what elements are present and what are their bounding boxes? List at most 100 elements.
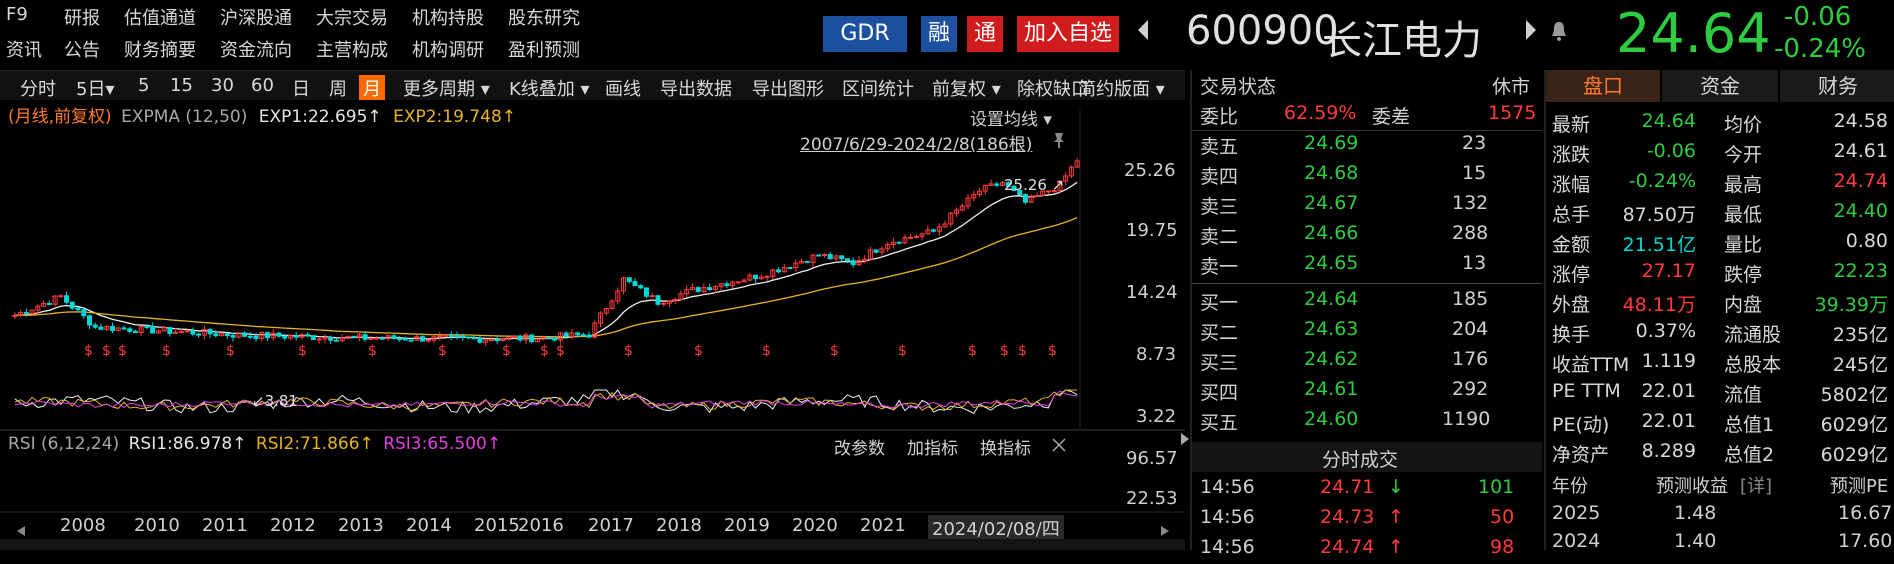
rsi-switch-indicator-button[interactable]: 换指标 — [980, 434, 1031, 459]
kline-chart[interactable]: $ $ $ $ $ $ $ $ $ $ $ $ $ $ $ $ $ $ $ $ — [0, 100, 1185, 530]
menu-finance-summary[interactable]: 财务摘要 — [124, 36, 196, 62]
ask-price: 24.67 — [1304, 192, 1359, 214]
tab-week[interactable]: 周 — [329, 75, 347, 101]
menu-announcement[interactable]: 公告 — [64, 36, 100, 62]
close-icon[interactable] — [1052, 436, 1066, 457]
kline-chart-area[interactable]: $ $ $ $ $ $ $ $ $ $ $ $ $ $ $ $ $ $ $ $ (月线,前复权) EXPMA (12,… — [0, 100, 1185, 530]
tab-intraday[interactable]: 分时 — [20, 75, 56, 101]
dividend-marker[interactable]: $ — [438, 343, 447, 359]
candle-body — [477, 337, 483, 343]
dividend-marker[interactable]: $ — [1018, 343, 1027, 359]
collapse-panel-icon[interactable] — [1180, 430, 1190, 451]
adjust-dropdown[interactable]: 前复权 ▾ — [932, 75, 1001, 101]
bid-row[interactable]: 买五 24.60 1190 — [1192, 406, 1532, 436]
dividend-marker[interactable]: $ — [556, 343, 565, 359]
chart-scrollbar[interactable] — [0, 539, 1185, 550]
export-chart-button[interactable]: 导出图形 — [752, 75, 824, 101]
dividend-marker[interactable]: $ — [84, 343, 93, 359]
candle-body — [707, 287, 713, 291]
bid-price: 24.62 — [1304, 348, 1359, 370]
bell-icon[interactable] — [1550, 20, 1568, 47]
ask-row[interactable]: 卖一 24.65 13 — [1192, 250, 1532, 280]
tab-day[interactable]: 日 — [292, 75, 310, 101]
dividend-marker[interactable]: $ — [102, 343, 111, 359]
dividend-marker[interactable]: $ — [118, 343, 127, 359]
bid-row[interactable]: 买四 24.61 292 — [1192, 376, 1532, 406]
add-watchlist-button[interactable]: 加入自选 — [1017, 16, 1119, 52]
dividend-marker[interactable]: $ — [1000, 343, 1009, 359]
tab-5min[interactable]: 5 — [138, 75, 149, 96]
tab-15min[interactable]: 15 — [170, 75, 193, 96]
ask-row[interactable]: 卖二 24.66 288 — [1192, 220, 1532, 250]
ask-row[interactable]: 卖三 24.67 132 — [1192, 190, 1532, 220]
menu-research[interactable]: 研报 — [64, 4, 100, 30]
quote-value: 27.17 — [1641, 260, 1696, 282]
range-stats-button[interactable]: 区间统计 — [842, 75, 914, 101]
export-data-button[interactable]: 导出数据 — [660, 75, 732, 101]
dividend-marker[interactable]: $ — [694, 343, 703, 359]
menu-f9[interactable]: F9 — [6, 4, 28, 25]
kline-overlay-dropdown[interactable]: K线叠加 ▾ — [509, 75, 590, 101]
bid-row[interactable]: 买一 24.64 185 — [1192, 286, 1532, 316]
dividend-marker[interactable]: $ — [502, 343, 511, 359]
dividend-marker[interactable]: $ — [968, 343, 977, 359]
candle-body — [379, 337, 385, 340]
quote-row: 涨停 27.17 跌停 22.23 — [1546, 258, 1894, 288]
dividend-marker[interactable]: $ — [298, 343, 307, 359]
menu-hk-connect[interactable]: 沪深股通 — [220, 4, 292, 30]
menu-news[interactable]: 资讯 — [6, 36, 42, 62]
dividend-marker[interactable]: $ — [624, 343, 633, 359]
tab-month[interactable]: 月 — [359, 75, 385, 101]
prev-stock-icon[interactable] — [1136, 18, 1150, 47]
ema-lines — [14, 181, 1078, 340]
legend-indicator[interactable]: EXPMA (12,50) — [121, 107, 247, 127]
gdr-button[interactable]: GDR — [823, 16, 907, 52]
set-ma-dropdown[interactable]: 设置均线 ▾ — [970, 105, 1052, 130]
quote-value: 22.23 — [1833, 260, 1888, 282]
candle-body — [638, 285, 644, 289]
bid-row[interactable]: 买三 24.62 176 — [1192, 346, 1532, 376]
margin-button[interactable]: 融 — [921, 16, 957, 52]
menu-inst-survey[interactable]: 机构调研 — [412, 36, 484, 62]
quote-label: 流值 — [1724, 384, 1763, 406]
dividend-marker[interactable]: $ — [898, 343, 907, 359]
menu-fund-flow[interactable]: 资金流向 — [220, 36, 292, 62]
ask-row[interactable]: 卖四 24.68 15 — [1192, 160, 1532, 190]
rsi-name[interactable]: RSI (6,12,24) — [8, 434, 119, 454]
layout-dropdown[interactable]: 简约版面 ▾ — [1078, 75, 1165, 101]
tab-handicap[interactable]: 盘口 — [1546, 70, 1660, 102]
menu-business[interactable]: 主营构成 — [316, 36, 388, 62]
tab-60min[interactable]: 60 — [251, 75, 274, 96]
rsi-params-button[interactable]: 改参数 — [834, 434, 885, 459]
bid-row[interactable]: 买二 24.63 204 — [1192, 316, 1532, 346]
connect-button[interactable]: 通 — [967, 16, 1003, 52]
forecast-pe-head: 预测PE — [1830, 476, 1889, 497]
tab-30min[interactable]: 30 — [211, 75, 234, 96]
candle-body — [931, 229, 937, 232]
dividend-marker[interactable]: $ — [1048, 343, 1057, 359]
draw-line-button[interactable]: 画线 — [605, 75, 641, 101]
dividend-marker[interactable]: $ — [830, 343, 839, 359]
pin-icon[interactable] — [1051, 131, 1067, 154]
menu-forecast[interactable]: 盈利预测 — [508, 36, 580, 62]
dividend-marker[interactable]: $ — [540, 343, 549, 359]
dividend-marker[interactable]: $ — [226, 343, 235, 359]
tab-financials[interactable]: 财务 — [1780, 70, 1894, 102]
tab-funds[interactable]: 资金 — [1662, 70, 1778, 102]
forecast-detail-link[interactable]: [详] — [1740, 472, 1772, 498]
rsi-add-indicator-button[interactable]: 加指标 — [907, 434, 958, 459]
tab-5day[interactable]: 5日▾ — [76, 75, 115, 101]
next-stock-icon[interactable] — [1524, 18, 1538, 47]
candle-body — [408, 339, 414, 342]
menu-valuation[interactable]: 估值通道 — [124, 4, 196, 30]
dividend-marker[interactable]: $ — [762, 343, 771, 359]
dividend-marker[interactable]: $ — [368, 343, 377, 359]
dividend-marker[interactable]: $ — [162, 343, 171, 359]
menu-shareholders[interactable]: 股东研究 — [508, 4, 580, 30]
menu-block-trade[interactable]: 大宗交易 — [316, 4, 388, 30]
more-periods-dropdown[interactable]: 更多周期 ▾ — [403, 75, 490, 101]
menu-inst-holding[interactable]: 机构持股 — [412, 4, 484, 30]
candle-body — [46, 302, 52, 305]
date-range[interactable]: 2007/6/29-2024/2/8(186根) — [800, 130, 1032, 155]
ask-row[interactable]: 卖五 24.69 23 — [1192, 130, 1532, 160]
